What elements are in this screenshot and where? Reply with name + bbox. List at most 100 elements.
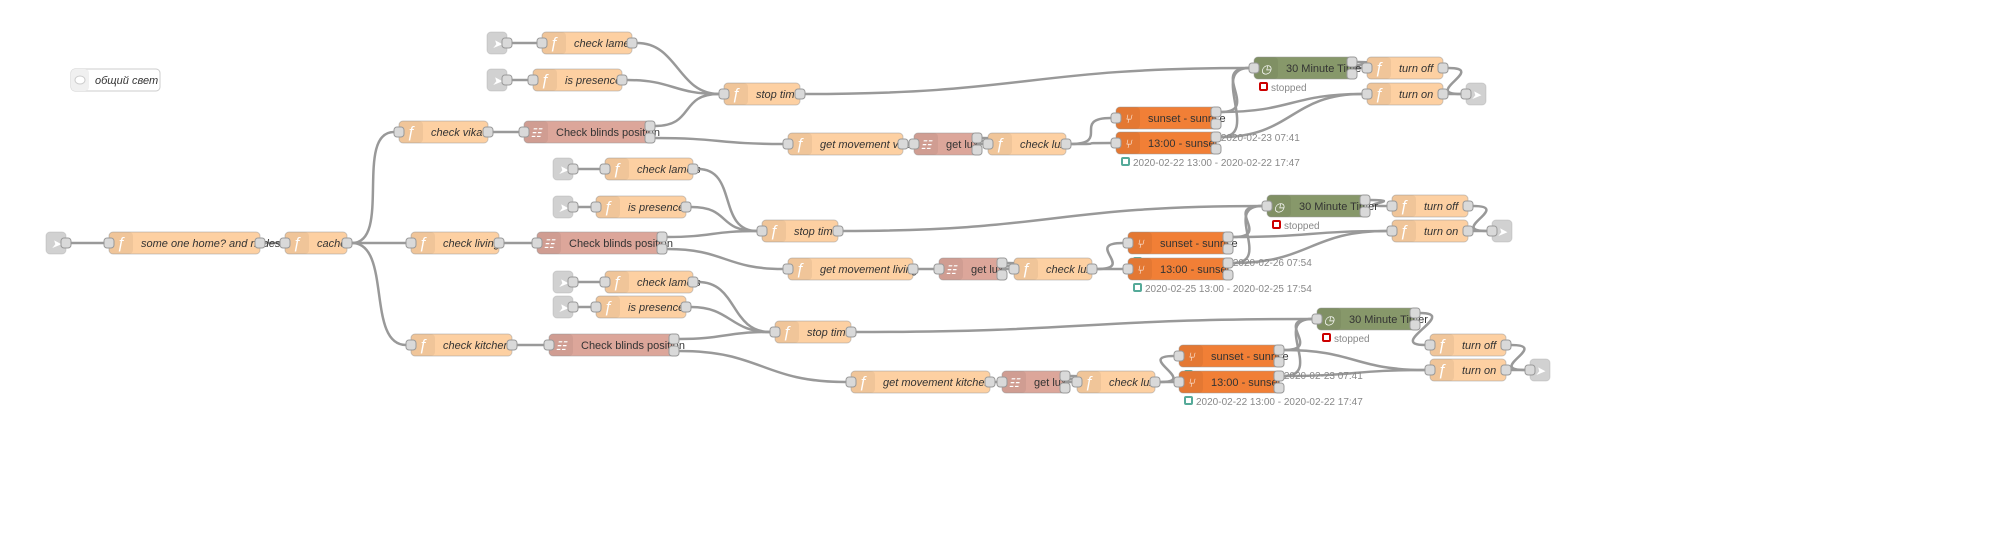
input-port[interactable]: [103, 237, 115, 249]
output-port[interactable]: [644, 120, 656, 132]
input-port[interactable]: [590, 201, 602, 213]
link-node[interactable]: ➤: [552, 295, 579, 319]
wire[interactable]: [666, 229, 758, 239]
function-node[interactable]: ƒ check lamels: [599, 270, 701, 294]
output-port[interactable]: [971, 132, 983, 144]
wire[interactable]: [1283, 348, 1426, 372]
function-node[interactable]: ƒ check lux: [982, 132, 1072, 156]
function-node[interactable]: ƒ check lux: [1008, 257, 1098, 281]
input-port[interactable]: [1311, 313, 1323, 325]
blinds-node[interactable]: ☷ get lux: [908, 132, 983, 156]
output-port[interactable]: [567, 163, 579, 175]
output-port[interactable]: [341, 237, 353, 249]
output-port[interactable]: [1059, 382, 1071, 394]
output-port[interactable]: [680, 301, 692, 313]
input-port[interactable]: [531, 237, 543, 249]
output-port[interactable]: [506, 339, 518, 351]
input-port[interactable]: [982, 138, 994, 150]
blinds-node[interactable]: ☷ Check blinds position: [518, 120, 660, 144]
output-port[interactable]: [1086, 263, 1098, 275]
wire[interactable]: [351, 241, 407, 347]
comment-node[interactable]: общий свет: [70, 68, 161, 92]
output-port[interactable]: [1409, 319, 1421, 331]
output-port[interactable]: [567, 201, 579, 213]
input-port[interactable]: [599, 163, 611, 175]
wire[interactable]: [1096, 241, 1124, 271]
output-port[interactable]: [501, 74, 513, 86]
output-port[interactable]: [501, 37, 513, 49]
output-port[interactable]: [1359, 194, 1371, 206]
output-port[interactable]: [656, 243, 668, 255]
output-port[interactable]: [644, 132, 656, 144]
link-node[interactable]: ➤: [45, 231, 72, 255]
input-port[interactable]: [933, 263, 945, 275]
function-node[interactable]: ƒ get movement kitchen: [845, 370, 996, 394]
output-port[interactable]: [1273, 344, 1285, 356]
link-node[interactable]: ➤: [1460, 82, 1487, 106]
function-node[interactable]: ƒ turn off: [1424, 333, 1512, 357]
wire[interactable]: [678, 330, 771, 341]
output-port[interactable]: [626, 37, 638, 49]
wire[interactable]: [1472, 204, 1488, 233]
input-port[interactable]: [1424, 364, 1436, 376]
function-node[interactable]: ƒ check lux: [1071, 370, 1161, 394]
output-port[interactable]: [668, 345, 680, 357]
output-port[interactable]: [996, 269, 1008, 281]
output-port[interactable]: [832, 225, 844, 237]
link-node[interactable]: ➤: [1524, 358, 1551, 382]
input-port[interactable]: [599, 276, 611, 288]
input-port[interactable]: [1122, 237, 1134, 249]
output-port[interactable]: [897, 138, 909, 150]
input-port[interactable]: [405, 237, 417, 249]
output-port[interactable]: [1060, 138, 1072, 150]
input-port[interactable]: [845, 376, 857, 388]
blinds-node[interactable]: ☷ get lux: [933, 257, 1008, 281]
function-node[interactable]: ƒ check lamels: [599, 157, 701, 181]
link-node[interactable]: ➤: [486, 68, 513, 92]
output-port[interactable]: [482, 126, 494, 138]
function-node[interactable]: ƒ some one home? and nodes: [103, 231, 281, 255]
function-node[interactable]: ƒ turn off: [1386, 194, 1474, 218]
link-node[interactable]: ➤: [1486, 219, 1513, 243]
output-port[interactable]: [1210, 118, 1222, 130]
input-port[interactable]: [590, 301, 602, 313]
function-node[interactable]: ƒ stop timer: [769, 320, 857, 344]
output-port[interactable]: [996, 257, 1008, 269]
output-port[interactable]: [1210, 106, 1222, 118]
timer-node[interactable]: ◷ 30 Minute Timerstopped: [1311, 307, 1428, 345]
function-node[interactable]: ƒ check living: [405, 231, 505, 255]
output-port[interactable]: [567, 301, 579, 313]
output-port[interactable]: [616, 74, 628, 86]
input-port[interactable]: [518, 126, 530, 138]
output-port[interactable]: [1273, 356, 1285, 368]
function-node[interactable]: ƒ stop timer: [756, 219, 844, 243]
function-node[interactable]: ƒ is presence: [527, 68, 628, 92]
function-node[interactable]: ƒ turn on: [1386, 219, 1474, 243]
function-node[interactable]: ƒ get movement vika: [782, 132, 912, 156]
wire[interactable]: [804, 66, 1250, 96]
wire[interactable]: [697, 280, 771, 334]
function-node[interactable]: ƒ get movement living: [782, 257, 919, 281]
function-node[interactable]: ƒ is presence: [590, 295, 692, 319]
output-port[interactable]: [656, 231, 668, 243]
wire[interactable]: [1070, 116, 1112, 146]
output-port[interactable]: [1437, 88, 1449, 100]
link-node[interactable]: ➤: [552, 195, 579, 219]
function-node[interactable]: ƒ is presence: [590, 195, 692, 219]
input-port[interactable]: [1361, 88, 1373, 100]
output-port[interactable]: [567, 276, 579, 288]
function-node[interactable]: ƒ check kitchen: [405, 333, 518, 357]
wire[interactable]: [666, 247, 784, 271]
link-node[interactable]: ➤: [486, 31, 513, 55]
wire[interactable]: [690, 205, 758, 233]
output-port[interactable]: [1346, 68, 1358, 80]
timer-node[interactable]: ◷ 30 Minute Timerstopped: [1261, 194, 1378, 232]
wire[interactable]: [1283, 317, 1313, 378]
input-port[interactable]: [393, 126, 405, 138]
blinds-node[interactable]: ☷ get lux: [996, 370, 1071, 394]
output-port[interactable]: [1462, 225, 1474, 237]
wire[interactable]: [1070, 141, 1112, 146]
output-port[interactable]: [1222, 231, 1234, 243]
function-node[interactable]: ƒ turn on: [1424, 358, 1512, 382]
output-port[interactable]: [971, 144, 983, 156]
